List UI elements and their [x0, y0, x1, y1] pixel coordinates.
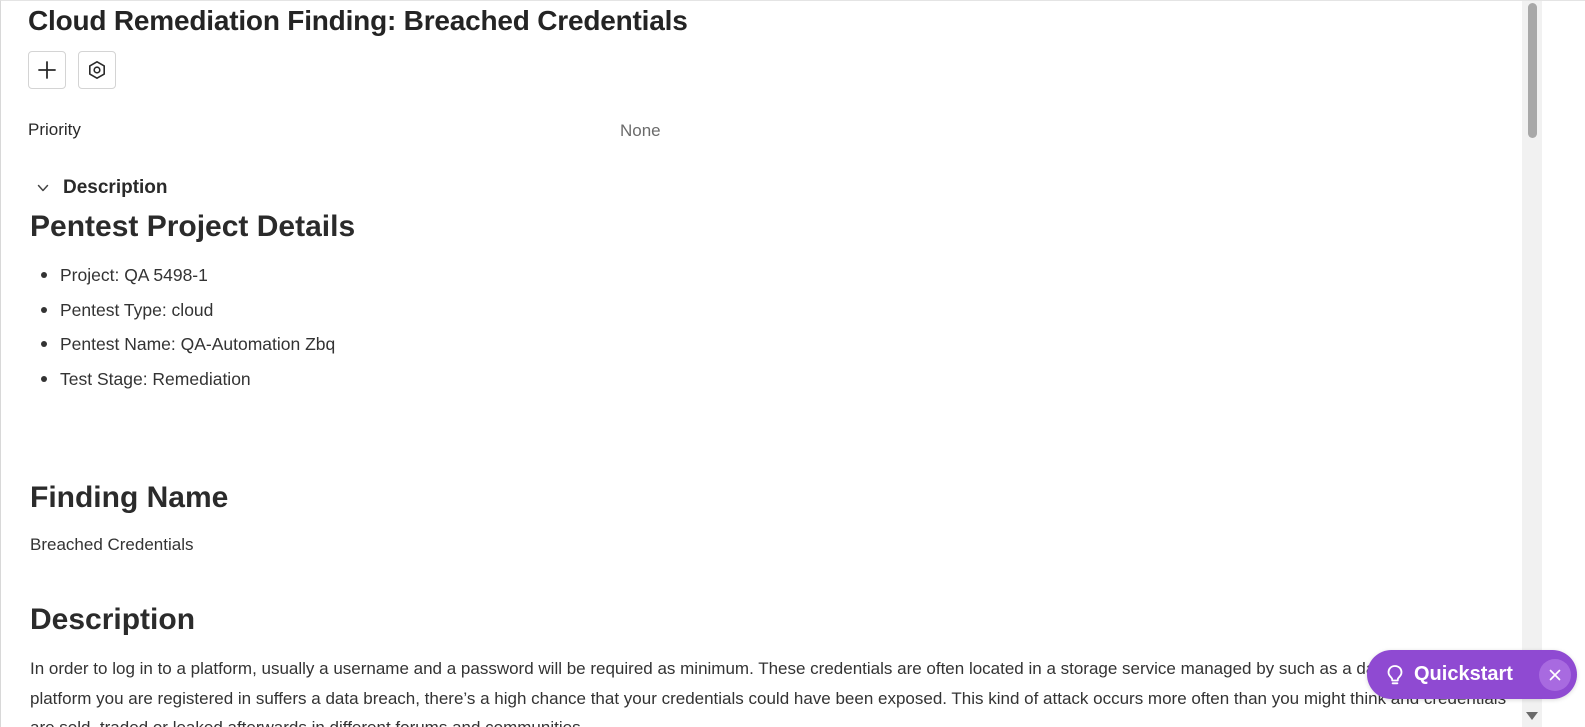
- list-item-text: Pentest Type: cloud: [60, 299, 214, 320]
- list-item: Test Stage: Remediation: [30, 365, 335, 400]
- description-section-label: Description: [63, 177, 168, 198]
- list-item: Pentest Type: cloud: [30, 296, 335, 331]
- bullet-icon: [41, 376, 47, 383]
- list-item: Project: QA 5498-1: [30, 261, 335, 296]
- bullet-icon: [41, 306, 47, 313]
- close-icon: [1549, 669, 1561, 681]
- project-details-list: Project: QA 5498-1 Pentest Type: cloud P…: [30, 261, 335, 400]
- bullet-icon: [41, 272, 47, 278]
- hexagon-settings-icon: [88, 60, 106, 80]
- lightbulb-icon: [1387, 664, 1403, 684]
- list-item-text: Pentest Name: QA-Automation Zbq: [60, 334, 336, 355]
- description-text: In order to log in to a platform, usuall…: [30, 659, 1506, 727]
- quickstart-button[interactable]: Quickstart: [1367, 650, 1577, 699]
- priority-value[interactable]: None: [620, 121, 661, 141]
- settings-button[interactable]: [78, 51, 116, 89]
- page-title: Cloud Remediation Finding: Breached Cred…: [28, 5, 688, 36]
- finding-page: Cloud Remediation Finding: Breached Cred…: [0, 0, 1585, 727]
- quickstart-close-button[interactable]: [1539, 659, 1571, 691]
- project-details-heading: Pentest Project Details: [30, 210, 356, 243]
- list-item: Pentest Name: QA-Automation Zbq: [30, 330, 335, 365]
- finding-name-heading: Finding Name: [30, 481, 229, 514]
- quickstart-label: Quickstart: [1414, 663, 1513, 685]
- plus-icon: [38, 61, 56, 79]
- vertical-scrollbar[interactable]: [1522, 1, 1542, 727]
- scrollbar-thumb[interactable]: [1528, 3, 1537, 138]
- scroll-down-arrow-icon[interactable]: [1526, 712, 1538, 720]
- add-button[interactable]: [28, 51, 66, 89]
- list-item-text: Project: QA 5498-1: [60, 265, 208, 285]
- priority-label: Priority: [28, 120, 81, 139]
- description-section-toggle[interactable]: Description: [36, 177, 168, 199]
- finding-name-text: Breached Credentials: [30, 535, 194, 554]
- list-item-text: Test Stage: Remediation: [60, 369, 251, 390]
- description-heading: Description: [30, 603, 196, 636]
- bullet-icon: [41, 341, 47, 348]
- chevron-down-icon: [37, 184, 49, 192]
